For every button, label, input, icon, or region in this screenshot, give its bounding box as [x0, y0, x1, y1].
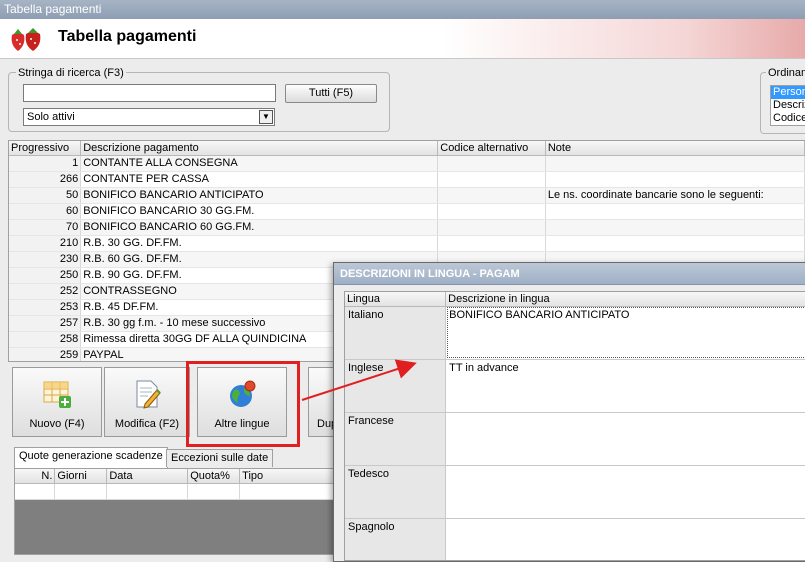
table-row[interactable]: 70 BONIFICO BANCARIO 60 GG.FM.	[9, 219, 805, 236]
table-cell-prog[interactable]: 253	[9, 299, 82, 316]
page-title: Tabella pagamenti	[58, 28, 197, 45]
table-cell-desc[interactable]: BONIFICO BANCARIO ANTICIPATO	[80, 187, 439, 204]
tab-due-dates[interactable]: Quote generazione scadenze	[14, 447, 168, 468]
table-cell-note[interactable]	[545, 171, 805, 188]
column-header[interactable]: Descrizione in lingua	[445, 292, 805, 307]
table-cell-prog[interactable]: 230	[9, 251, 82, 268]
table-cell-prog[interactable]: 1	[9, 155, 82, 172]
table-cell-prog[interactable]: 50	[9, 187, 82, 204]
table-cell-prog[interactable]: 258	[9, 331, 82, 348]
language-description[interactable]	[445, 465, 805, 519]
highlight-frame	[186, 361, 300, 447]
column-header[interactable]: N.	[15, 469, 56, 484]
search-legend: Stringa di ricerca (F3)	[16, 67, 126, 79]
table-cell-prog[interactable]: 266	[9, 171, 82, 188]
column-header[interactable]: Descrizione pagamento	[80, 141, 439, 156]
table-cell-desc[interactable]: R.B. 30 GG. DF.FM.	[80, 235, 439, 252]
filter-select[interactable]: Solo attivi ▼	[23, 108, 275, 126]
table-cell-prog[interactable]: 210	[9, 235, 82, 252]
table-cell-code[interactable]	[437, 155, 546, 172]
table-cell-desc[interactable]: BONIFICO BANCARIO 60 GG.FM.	[80, 219, 439, 236]
edit-button[interactable]: Modifica (F2)	[104, 367, 190, 437]
language-name: Inglese	[345, 359, 447, 413]
table-row[interactable]	[15, 483, 334, 500]
order-list[interactable]: Person Descriz Codice	[770, 85, 805, 126]
table-cell-note[interactable]	[545, 235, 805, 252]
due-dates-table[interactable]: N. Giorni Data Quota% Tipo	[14, 468, 335, 555]
language-row[interactable]: Italiano BONIFICO BANCARIO ANTICIPATO	[345, 306, 805, 360]
column-header[interactable]: Giorni	[54, 469, 108, 484]
column-header[interactable]: Quota%	[187, 469, 241, 484]
tab-date-exceptions[interactable]: Eccezioni sulle date	[166, 449, 274, 467]
language-row[interactable]: Tedesco	[345, 465, 805, 519]
table-cell-note[interactable]	[545, 203, 805, 220]
add-row-icon	[43, 381, 71, 408]
language-name: Francese	[345, 412, 447, 466]
edit-button-label: Modifica (F2)	[114, 418, 180, 430]
table-cell-note[interactable]: Le ns. coordinate bancarie sono le segue…	[545, 187, 805, 204]
table-cell-prog[interactable]: 257	[9, 315, 82, 332]
edit-icon	[136, 380, 161, 409]
table-cell-code[interactable]	[437, 219, 546, 236]
language-name: Tedesco	[345, 465, 447, 519]
language-description[interactable]: BONIFICO BANCARIO ANTICIPATO	[445, 306, 805, 360]
order-option[interactable]: Codice	[771, 112, 805, 125]
strawberry-icon	[11, 28, 41, 51]
table-cell-desc[interactable]: CONTANTE ALLA CONSEGNA	[80, 155, 439, 172]
column-header[interactable]: Note	[545, 141, 805, 156]
language-description[interactable]	[445, 412, 805, 466]
new-button[interactable]: Nuovo (F4)	[12, 367, 102, 437]
language-row[interactable]: Inglese TT in advance	[345, 359, 805, 413]
table-cell-code[interactable]	[437, 203, 546, 220]
table-cell-note[interactable]	[545, 155, 805, 172]
table-row[interactable]: 50 BONIFICO BANCARIO ANTICIPATO Le ns. coo…	[9, 187, 805, 204]
table-cell-prog[interactable]: 259	[9, 347, 82, 361]
column-header[interactable]: Data	[106, 469, 189, 484]
order-option[interactable]: Person	[771, 86, 805, 99]
table-row[interactable]: 266 CONTANTE PER CASSA	[9, 171, 805, 188]
table-cell-prog[interactable]: 252	[9, 283, 82, 300]
language-name: Italiano	[345, 306, 447, 360]
table-row[interactable]: 60 BONIFICO BANCARIO 30 GG.FM.	[9, 203, 805, 220]
show-all-button[interactable]: Tutti (F5)	[285, 84, 377, 103]
column-header[interactable]: Tipo	[239, 469, 334, 484]
table-cell-code[interactable]	[437, 235, 546, 252]
table-row[interactable]: 210 R.B. 30 GG. DF.FM.	[9, 235, 805, 252]
table-cell-prog[interactable]: 70	[9, 219, 82, 236]
language-description[interactable]: TT in advance	[445, 359, 805, 413]
table-cell-desc[interactable]: BONIFICO BANCARIO 30 GG.FM.	[80, 203, 439, 220]
table-cell-desc[interactable]: CONTANTE PER CASSA	[80, 171, 439, 188]
order-option[interactable]: Descriz	[771, 99, 805, 112]
table-row[interactable]: 1 CONTANTE ALLA CONSEGNA	[9, 155, 805, 172]
new-button-label: Nuovo (F4)	[29, 418, 85, 430]
table-cell-code[interactable]	[437, 187, 546, 204]
app-header: Tabella pagamenti	[0, 19, 805, 59]
column-header[interactable]: Lingua	[345, 292, 447, 307]
order-legend: Ordinam	[766, 67, 805, 79]
window-title: Tabella pagamenti	[4, 2, 102, 16]
languages-table[interactable]: Lingua Descrizione in lingua Italiano BON…	[344, 291, 805, 561]
table-cell-prog[interactable]: 60	[9, 203, 82, 220]
table-cell-prog[interactable]: 250	[9, 267, 82, 284]
table-cell-code[interactable]	[437, 171, 546, 188]
filter-select-value: Solo attivi	[27, 111, 75, 123]
language-row[interactable]: Francese	[345, 412, 805, 466]
column-header[interactable]: Codice alternativo	[437, 141, 546, 156]
search-input[interactable]	[23, 84, 276, 102]
languages-dialog: DESCRIZIONI IN LINGUA - PAGAM Lingua Des…	[333, 262, 805, 562]
dialog-title: DESCRIZIONI IN LINGUA - PAGAM	[334, 263, 805, 285]
chevron-down-icon[interactable]: ▼	[259, 110, 273, 124]
table-cell-note[interactable]	[545, 219, 805, 236]
window-titlebar: Tabella pagamenti	[0, 0, 805, 19]
column-header[interactable]: Progressivo	[9, 141, 82, 156]
